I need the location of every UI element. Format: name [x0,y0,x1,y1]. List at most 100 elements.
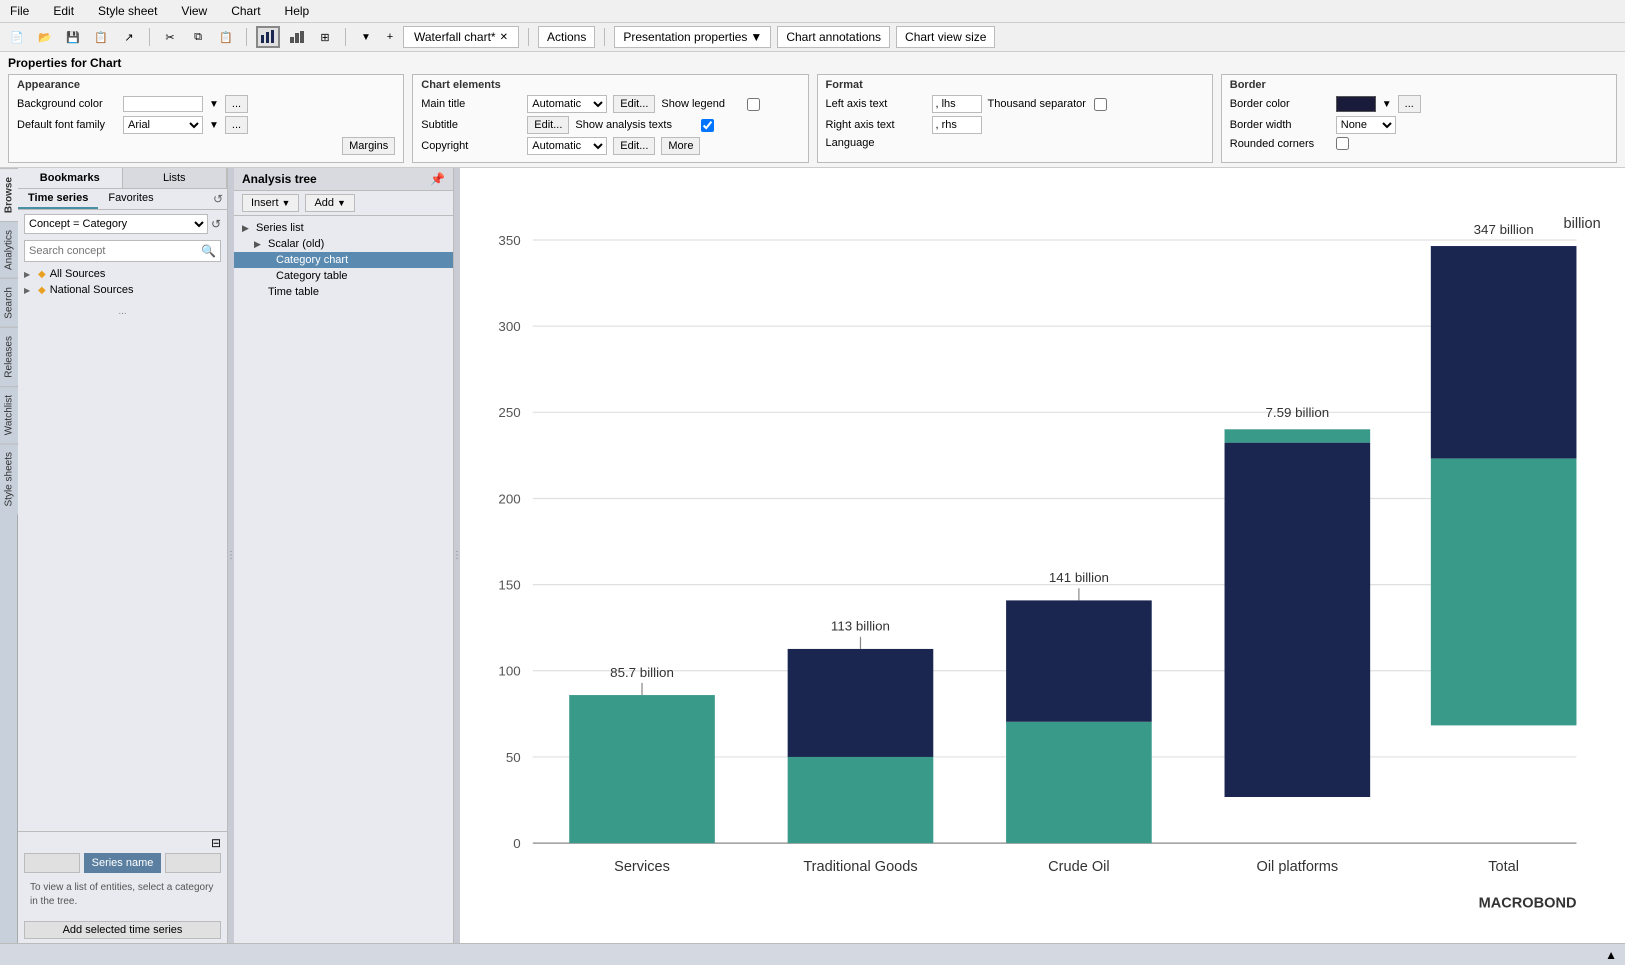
subtab-favorites[interactable]: Favorites [98,189,163,209]
copyright-select[interactable]: Automatic [527,137,607,155]
search-icon[interactable]: 🔍 [197,242,220,260]
right-axis-input[interactable] [932,116,982,134]
thousand-sep-checkbox[interactable] [1094,98,1107,111]
svg-text:347 billion: 347 billion [1474,222,1534,237]
font-family-select[interactable]: Arial [123,116,203,134]
font-family-label: Default font family [17,119,117,131]
series-list-label: Series list [256,222,304,234]
font-dropdown-icon[interactable]: ▼ [209,120,219,131]
subtitle-edit-btn[interactable]: Edit... [527,116,569,134]
sidebar-tab-browse[interactable]: Browse [0,168,18,221]
concept-selector: Concept = Category ↺ [24,214,221,234]
bar-services-teal[interactable] [569,695,715,843]
sidebar-tab-stylesheets[interactable]: Style sheets [0,443,18,514]
bar-oil-platforms-navy[interactable] [1225,443,1371,797]
bar-crude-oil-navy[interactable] [1006,600,1152,721]
bg-color-swatch[interactable] [123,96,203,112]
sidebar-tab-watchlist[interactable]: Watchlist [0,386,18,443]
menu-view[interactable]: View [175,2,213,20]
add-tab-btn[interactable]: + [379,26,401,48]
show-legend-checkbox[interactable] [747,98,760,111]
tree-all-sources[interactable]: ▶ ◆ All Sources [18,266,227,282]
presentation-properties-button[interactable]: Presentation properties ▼ [614,26,771,48]
subtab-time-series[interactable]: Time series [18,189,98,209]
concept-select[interactable]: Concept = Category [24,214,208,234]
cut-icon[interactable]: ✂ [159,26,181,48]
svg-text:0: 0 [513,836,520,851]
bar-total-navy[interactable] [1431,246,1577,458]
waterfall-tab[interactable]: Waterfall chart* ✕ [403,26,519,48]
rounded-corners-checkbox[interactable] [1336,137,1349,150]
border-color-more-btn[interactable]: ... [1398,95,1421,113]
dropdown-arrow[interactable]: ▼ [355,26,377,48]
margins-button[interactable]: Margins [342,137,395,155]
bar-total-teal[interactable] [1431,458,1577,725]
chart-area: billion 350 300 250 200 150 [460,168,1625,943]
tab-lists[interactable]: Lists [123,168,228,188]
bar-trad-goods-navy[interactable] [788,649,934,757]
save-as-icon[interactable]: 📋 [90,26,112,48]
chart-svg-container: billion 350 300 250 200 150 [460,168,1625,943]
border-color-dropdown[interactable]: ▼ [1382,99,1392,110]
chart-view-size-button[interactable]: Chart view size [896,26,995,48]
svg-text:200: 200 [498,491,520,506]
at-category-chart[interactable]: Category chart [234,252,453,268]
bar-trad-goods-teal[interactable] [788,757,934,843]
tab-close-btn[interactable]: ✕ [500,32,508,43]
save-icon[interactable]: 💾 [62,26,84,48]
series-name-button[interactable]: Series name [84,853,162,873]
more-btn[interactable]: More [661,137,700,155]
bar-crude-oil-teal[interactable] [1006,722,1152,843]
bg-color-dropdown[interactable]: ▼ [209,99,219,110]
add-button[interactable]: Add ▼ [305,194,355,212]
add-series-button[interactable]: Add selected time series [24,921,221,939]
menu-edit[interactable]: Edit [47,2,80,20]
pin-icon[interactable]: 📌 [430,172,445,186]
actions-button[interactable]: Actions [538,26,595,48]
sidebar-tab-releases[interactable]: Releases [0,327,18,386]
language-row: Language [826,137,1204,149]
at-category-table[interactable]: Category table [234,268,453,284]
at-time-table[interactable]: Time table [234,284,453,300]
main-title-edit-btn[interactable]: Edit... [613,95,655,113]
insert-button[interactable]: Insert ▼ [242,194,299,212]
bar-oil-platforms-teal[interactable] [1225,429,1371,442]
font-more-btn[interactable]: ... [225,116,248,134]
menu-file[interactable]: File [4,2,35,20]
chart-type-icon[interactable] [256,26,280,48]
left-axis-input[interactable] [932,95,982,113]
filter-icon[interactable]: ⊟ [211,836,221,850]
chart-annotations-button[interactable]: Chart annotations [777,26,890,48]
border-color-swatch[interactable] [1336,96,1376,112]
tree-national-sources[interactable]: ▶ ◆ National Sources [18,282,227,298]
sidebar-tab-search[interactable]: Search [0,278,18,327]
arrow-icon: ▶ [24,286,34,295]
menu-chart[interactable]: Chart [225,2,266,20]
refresh-icon[interactable]: ↺ [213,192,223,206]
svg-text:Oil platforms: Oil platforms [1257,859,1339,875]
at-scalar-old[interactable]: ▶ Scalar (old) [234,236,453,252]
bg-color-more-btn[interactable]: ... [225,95,248,113]
main-title-select[interactable]: Automatic [527,95,607,113]
bar-chart-icon[interactable] [286,26,308,48]
menu-help[interactable]: Help [279,2,316,20]
paste-icon[interactable]: 📋 [215,26,237,48]
concept-refresh-icon[interactable]: ↺ [211,217,221,231]
share-icon[interactable]: ↗ [118,26,140,48]
border-width-select[interactable]: None [1336,116,1396,134]
at-series-list[interactable]: ▶ Series list [234,220,453,236]
search-input[interactable] [25,241,197,261]
copy-icon[interactable]: ⧉ [187,26,209,48]
svg-text:150: 150 [498,577,520,592]
menu-stylesheet[interactable]: Style sheet [92,2,163,20]
copyright-row: Copyright Automatic Edit... More [421,137,799,155]
sidebar-tab-analytics[interactable]: Analytics [0,221,18,278]
tab-bookmarks[interactable]: Bookmarks [18,168,123,188]
scroll-up-icon[interactable]: ▲ [1605,948,1617,962]
copyright-edit-btn[interactable]: Edit... [613,137,655,155]
svg-text:7.59 billion: 7.59 billion [1265,405,1329,420]
table-icon[interactable]: ⊞ [314,26,336,48]
show-analysis-checkbox[interactable] [701,119,714,132]
open-icon[interactable]: 📂 [34,26,56,48]
new-icon[interactable]: 📄 [6,26,28,48]
